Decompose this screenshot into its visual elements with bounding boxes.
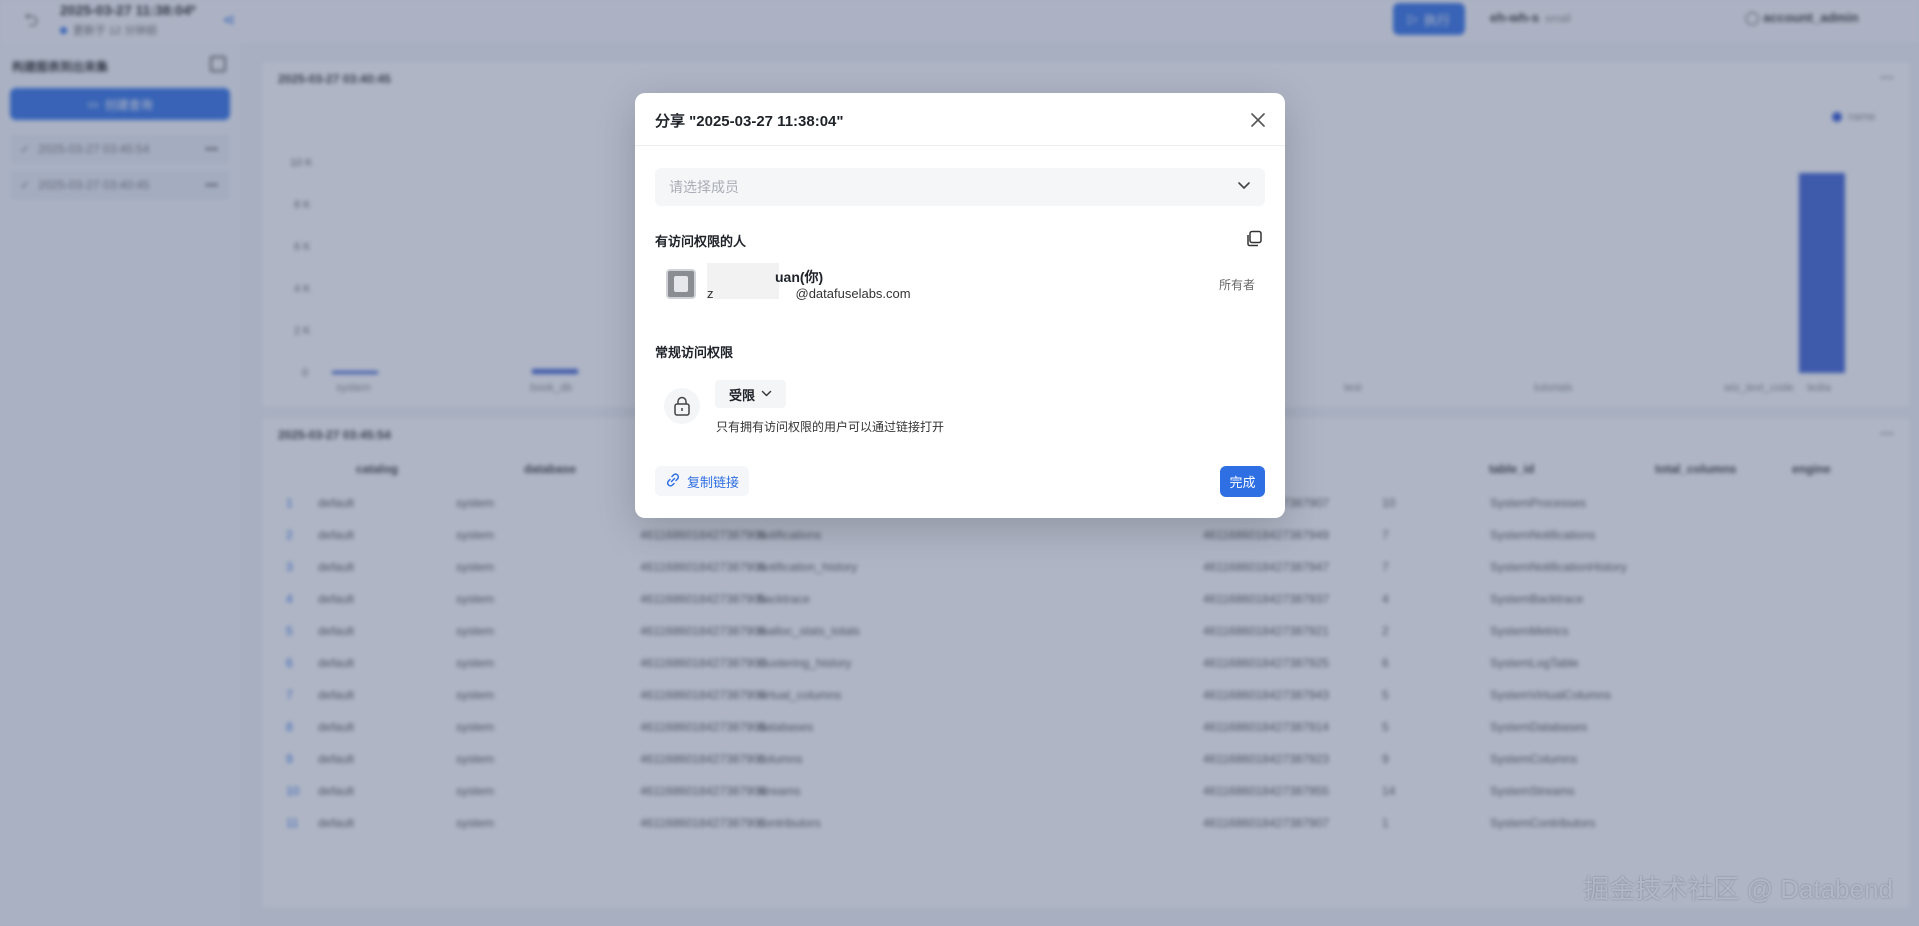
chevron-down-icon <box>761 387 772 402</box>
user-name-text: uan(你) <box>775 269 824 285</box>
access-level-dropdown[interactable]: 受限 <box>715 380 787 408</box>
dialog-title: 分享 "2025-03-27 11:38:04" <box>655 113 844 130</box>
user-access-row: uan(你) z @datafuselabs.com 所有者 <box>655 263 1265 307</box>
general-access-label: 常规访问权限 <box>655 345 734 360</box>
copy-icon[interactable] <box>1245 230 1263 248</box>
avatar <box>666 269 696 299</box>
access-level-label: 受限 <box>729 387 756 403</box>
user-email: z @datafuselabs.com <box>707 286 911 301</box>
lock-icon <box>664 388 700 424</box>
access-description: 只有拥有访问权限的用户可以通过链接打开 <box>716 420 945 434</box>
user-name: uan(你) <box>707 267 823 287</box>
role-label: 所有者 <box>1218 278 1255 292</box>
member-select[interactable] <box>655 168 1265 206</box>
done-button[interactable]: 完成 <box>1220 466 1265 497</box>
member-search-input[interactable] <box>669 179 1237 195</box>
close-icon[interactable] <box>1247 109 1269 131</box>
user-email-prefix: z <box>707 286 714 301</box>
dialog-header: 分享 "2025-03-27 11:38:04" <box>635 93 1285 146</box>
chevron-down-icon[interactable] <box>1237 178 1251 197</box>
user-email-domain: @datafuselabs.com <box>795 286 911 301</box>
copy-link-label: 复制链接 <box>687 474 740 490</box>
people-with-access-label: 有访问权限的人 <box>655 234 747 249</box>
link-icon <box>665 472 681 491</box>
general-access-row: 受限 只有拥有访问权限的用户可以通过链接打开 <box>655 376 1265 436</box>
copy-link-button[interactable]: 复制链接 <box>655 466 750 496</box>
share-dialog: 分享 "2025-03-27 11:38:04" 有访问权限的人 uan(你) … <box>635 93 1285 518</box>
